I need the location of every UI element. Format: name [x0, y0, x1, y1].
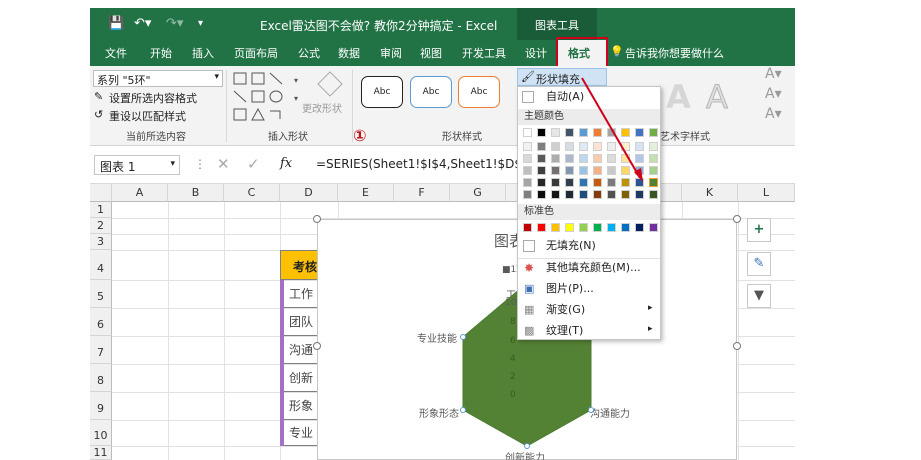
annotation-arrow: [581, 77, 643, 182]
